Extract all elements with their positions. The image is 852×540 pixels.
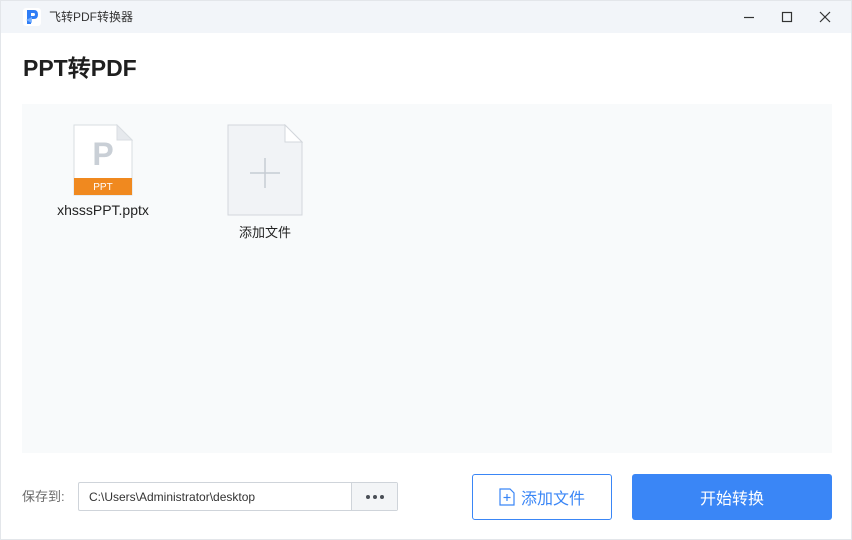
title-bar[interactable]: 飞转PDF转换器 bbox=[1, 1, 851, 33]
save-to-label: 保存到: bbox=[22, 489, 65, 504]
save-path-input[interactable] bbox=[79, 483, 351, 510]
close-icon bbox=[819, 11, 831, 23]
ellipsis-icon bbox=[365, 494, 384, 499]
maximize-icon bbox=[781, 11, 793, 23]
plus-icon bbox=[227, 124, 303, 216]
add-file-tile-label: 添加文件 bbox=[238, 225, 291, 240]
file-name: xhsssPPT.pptx bbox=[57, 202, 149, 218]
app-title: 飞转PDF转换器 bbox=[49, 10, 134, 24]
add-file-icon bbox=[499, 488, 515, 506]
start-convert-button[interactable]: 开始转换 bbox=[632, 474, 832, 520]
app-logo-icon bbox=[23, 8, 41, 26]
file-list-area[interactable]: P PPT xhsssPPT.pptx 添加文件 bbox=[22, 104, 832, 453]
add-file-button-label: 添加文件 bbox=[520, 491, 585, 508]
minimize-icon bbox=[744, 16, 754, 19]
add-file-tile[interactable]: 添加文件 bbox=[222, 124, 308, 241]
maximize-button[interactable] bbox=[767, 1, 807, 33]
app-window: 飞转PDF转换器 PPT转PDF P PPT xhsssPPT.pptx 添加文… bbox=[0, 0, 852, 540]
ppt-file-icon: P PPT bbox=[73, 124, 133, 196]
file-item[interactable]: P PPT xhsssPPT.pptx bbox=[52, 124, 154, 218]
minimize-button[interactable] bbox=[729, 1, 769, 33]
ppt-file-letter: P bbox=[92, 136, 113, 172]
browse-folder-button[interactable] bbox=[351, 483, 397, 510]
file-type-badge: PPT bbox=[93, 182, 112, 193]
save-path-field bbox=[78, 482, 398, 511]
add-file-button[interactable]: 添加文件 bbox=[472, 474, 612, 520]
page-title: PPT转PDF bbox=[23, 55, 137, 81]
close-button[interactable] bbox=[805, 1, 845, 33]
